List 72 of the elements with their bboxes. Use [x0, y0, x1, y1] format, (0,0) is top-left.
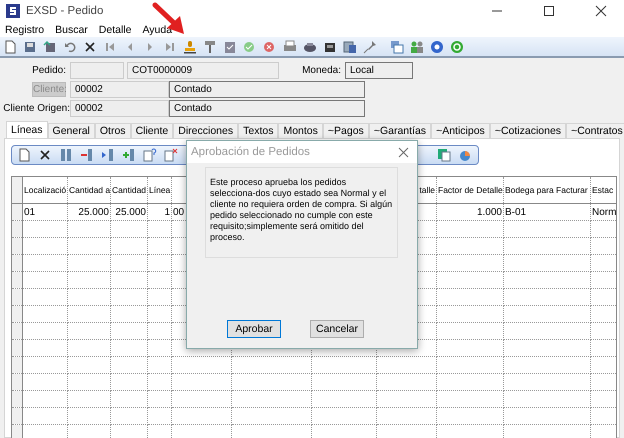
reject-icon[interactable] — [263, 40, 277, 54]
dialog-button[interactable]: Aprobar — [227, 320, 281, 338]
users-icon[interactable] — [410, 40, 424, 54]
menu-item[interactable]: Ayuda — [141, 24, 174, 36]
app-logo-icon — [6, 4, 20, 18]
tab[interactable]: ~Cotizaciones — [490, 123, 566, 138]
grid-help-icon[interactable] — [143, 148, 157, 162]
column-header[interactable]: Factor de Detalle — [436, 176, 504, 204]
input-field[interactable]: Local — [345, 62, 413, 79]
dialog-title: Aprobación de Pedidos — [191, 146, 310, 158]
checklist-icon[interactable] — [223, 40, 237, 54]
chart-icon[interactable] — [458, 148, 472, 162]
input-field[interactable]: COT0000009 — [127, 62, 279, 79]
field-label: Pedido: — [31, 65, 67, 76]
tab[interactable]: Textos — [238, 123, 278, 138]
close-icon[interactable] — [594, 4, 608, 18]
windows-icon[interactable] — [390, 40, 404, 54]
help-icon[interactable] — [430, 40, 444, 54]
menu-item[interactable]: Buscar — [54, 24, 89, 36]
input-field[interactable]: Contado — [169, 81, 365, 98]
input-field[interactable]: 00002 — [70, 81, 169, 98]
input-field[interactable] — [70, 62, 124, 79]
new-file-icon[interactable] — [17, 148, 31, 162]
table-cell: 01 — [22, 204, 68, 220]
tab[interactable]: Cliente — [130, 123, 174, 138]
add-column-icon[interactable] — [122, 148, 136, 162]
dialog-button[interactable]: Cancelar — [310, 320, 364, 338]
undo-icon[interactable] — [63, 40, 77, 54]
field-label: Moneda: — [301, 65, 342, 76]
tab[interactable]: Montos — [278, 123, 323, 138]
close-icon[interactable] — [398, 146, 409, 158]
tab[interactable]: ~Contratos — [566, 123, 624, 138]
column-header[interactable]: Localizació — [22, 176, 68, 204]
table-cell: B-01 — [504, 204, 590, 220]
dialog-message: Este proceso aprueba los pedidos selecciona-dos cuyo estado sea Normal y el cliente no requiera orden de compra. Si algún pedido seleccionado no cumple con este requisito;simplemente será omitido del proceso. — [205, 167, 398, 258]
table-cell: 1.000 — [436, 204, 504, 220]
save-icon[interactable] — [23, 40, 37, 54]
pin-icon[interactable] — [363, 40, 377, 54]
delete-icon[interactable] — [83, 40, 97, 54]
print-icon[interactable] — [283, 40, 297, 54]
tab[interactable]: ~Garantías — [368, 123, 432, 138]
move-column-icon[interactable] — [101, 148, 115, 162]
table-cell: 25.000 — [110, 204, 148, 220]
save-copy-icon[interactable] — [43, 40, 57, 54]
tab[interactable]: General — [48, 123, 95, 138]
tab[interactable]: Direcciones — [173, 123, 238, 138]
window-title: EXSD - Pedido — [26, 5, 104, 17]
input-field[interactable]: 00002 — [70, 100, 169, 117]
field-label: Cliente Origen: — [2, 103, 70, 114]
maximize-icon[interactable] — [542, 4, 556, 18]
stamp-icon[interactable] — [183, 40, 197, 54]
grid-delete-icon[interactable] — [164, 148, 178, 162]
menu-item[interactable]: Registro — [4, 24, 46, 36]
window-icon[interactable] — [343, 40, 357, 54]
spreadsheet-icon[interactable] — [437, 148, 451, 162]
column-header[interactable]: Cantidad — [110, 176, 148, 204]
tab[interactable]: ~Pagos — [322, 123, 369, 138]
table-cell: 25.000 — [68, 204, 110, 220]
delete-icon[interactable] — [38, 148, 52, 162]
remove-column-icon[interactable] — [80, 148, 94, 162]
input-field[interactable]: Contado — [169, 100, 365, 117]
tab[interactable]: ~Anticipos — [431, 123, 490, 138]
column-header[interactable]: Bodega para Facturar — [504, 176, 590, 204]
tab[interactable]: Líneas — [6, 121, 48, 138]
new-file-icon[interactable] — [3, 40, 17, 54]
table-cell: 1 — [148, 204, 172, 220]
refresh-icon[interactable] — [450, 40, 464, 54]
tab[interactable]: Otros — [94, 123, 131, 138]
columns-icon[interactable] — [59, 148, 73, 162]
column-header[interactable]: Estac — [590, 176, 616, 204]
menu-item[interactable]: Detalle — [98, 24, 132, 36]
column-header[interactable]: Línea — [148, 176, 172, 204]
